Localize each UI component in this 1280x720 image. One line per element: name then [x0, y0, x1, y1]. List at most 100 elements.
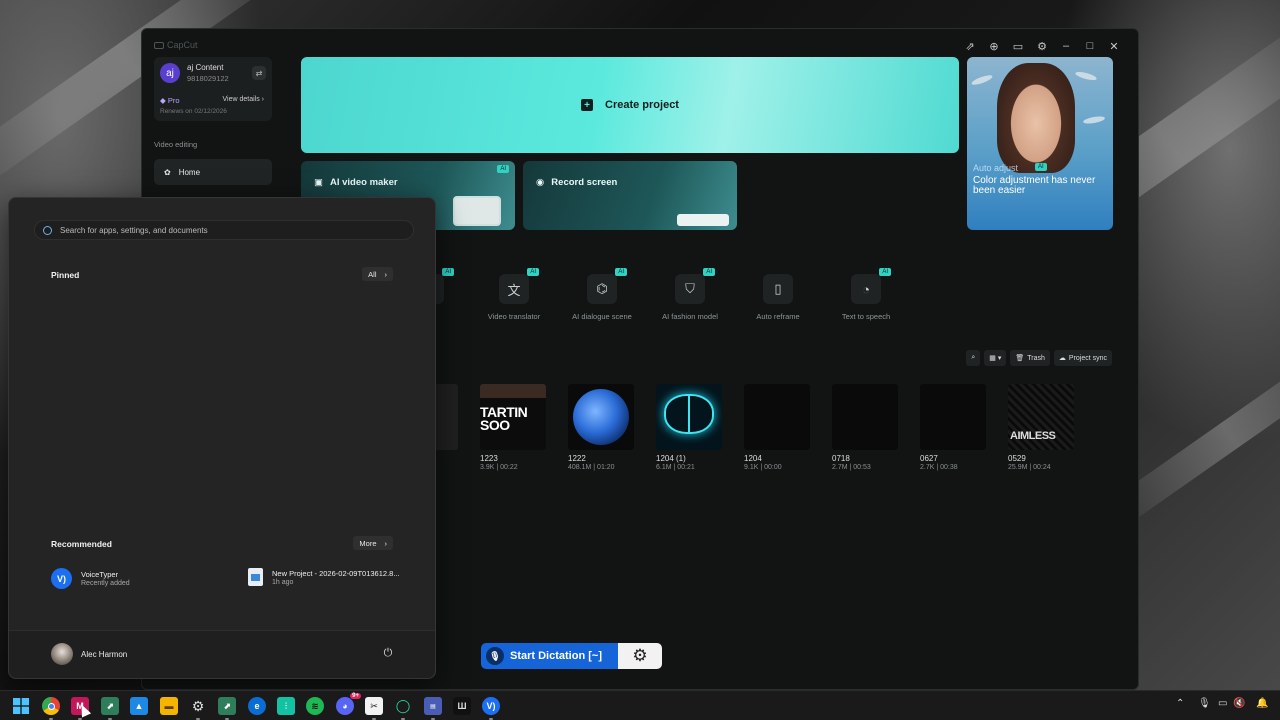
edge-icon[interactable]: e	[248, 697, 266, 715]
account-phone: 9818029122	[187, 74, 229, 83]
project-thumbnail	[832, 384, 898, 450]
project-card[interactable]: 0627 2.7K | 00:38	[920, 384, 986, 471]
project-card[interactable]: 1204 (1) 6.1M | 00:21	[656, 384, 722, 471]
home-icon: ✿	[164, 167, 171, 177]
discord-icon[interactable]: ◕ 9+	[336, 693, 361, 715]
app-icon[interactable]: ◯	[394, 697, 412, 715]
tool-auto-reframe[interactable]: ▯ Auto reframe	[733, 274, 823, 321]
project-card[interactable]: 1204 9.1K | 00:00	[744, 384, 810, 471]
tool-ai-dialogue-scene[interactable]: ⌬ AI AI dialogue scene	[557, 268, 647, 321]
sync-icon: ☁	[1058, 355, 1066, 362]
tile-preview	[453, 196, 501, 226]
app-icon[interactable]: ▤	[424, 697, 442, 715]
project-name: 0529	[1008, 454, 1026, 463]
trash-button[interactable]: 🗑 Trash	[1010, 350, 1050, 366]
start-menu: Search for apps, settings, and documents…	[8, 197, 436, 679]
settings-icon[interactable]: ⚙	[189, 697, 207, 715]
recommended-item-new-project[interactable]: New Project - 2026-02-09T013612.8... 1h …	[248, 568, 400, 586]
project-meta: 6.1M | 00:21	[656, 464, 695, 471]
projects-toolbar: ⌕ ▦ ▾ 🗑 Trash ☁ Project sync	[966, 350, 1112, 366]
windows-start-icon[interactable]	[12, 697, 30, 715]
project-meta: 2.7K | 00:38	[920, 464, 958, 471]
voicetyper-icon[interactable]: V)	[482, 697, 500, 715]
dictation-settings-icon[interactable]: ⚙	[617, 643, 662, 669]
promo-banner[interactable]: Auto adjust AI Color adjustment has neve…	[967, 57, 1113, 230]
capcut-icon[interactable]: ✂	[365, 697, 383, 715]
feedback-icon[interactable]: ▭	[1006, 37, 1030, 55]
settings-icon[interactable]: ⚙	[1030, 37, 1054, 55]
app-icon[interactable]: Ш	[453, 697, 471, 715]
capcut-logo: CapCut	[154, 40, 198, 50]
record-icon: ◉	[536, 177, 545, 188]
project-thumbnail: AIMLESS	[1008, 384, 1074, 450]
start-dictation-button[interactable]: 🎙 Start Dictation [~]	[481, 643, 618, 669]
project-meta: 9.1K | 00:00	[744, 464, 782, 471]
tool-text-to-speech[interactable]: ◔ AI Text to speech	[821, 268, 911, 321]
photos-icon[interactable]: ▲	[130, 697, 148, 715]
sidebar-item-home[interactable]: ✿ Home	[154, 159, 272, 185]
view-toggle[interactable]: ▦ ▾	[984, 350, 1007, 366]
project-thumbnail	[744, 384, 810, 450]
avatar[interactable]: aj	[160, 63, 180, 83]
all-apps-button[interactable]: All ›	[362, 267, 393, 281]
notification-icon[interactable]: 🔔	[1256, 698, 1268, 709]
taskbar: M ⬈ ▲ ▬ ⚙ ⬈ e ⫶ ≋ ◕ 9+ ✂ ◯ ▤ Ш V) ⌃ 🎙 ▭ 🔇…	[0, 690, 1280, 720]
display-icon[interactable]: ▭	[1218, 698, 1227, 709]
renew-date: Renews on 02/12/2026	[160, 108, 227, 115]
close-button[interactable]: ✕	[1102, 37, 1126, 55]
volume-muted-icon[interactable]: 🔇	[1233, 698, 1245, 709]
project-name: 1223	[480, 454, 498, 463]
user-avatar[interactable]	[51, 643, 73, 665]
project-thumbnail	[920, 384, 986, 450]
create-project-button[interactable]: + Create project	[301, 57, 959, 153]
project-card[interactable]: AIMLESS 0529 25.9M | 00:24	[1008, 384, 1074, 471]
sidebar-item-label: Home	[178, 167, 201, 177]
project-thumbnail	[568, 384, 634, 450]
user-name[interactable]: Alec Harmon	[81, 650, 127, 659]
maximize-button[interactable]: □	[1078, 37, 1102, 55]
chevron-right-icon: ›	[384, 538, 388, 548]
project-card[interactable]: 1222 408.1M | 01:20	[568, 384, 634, 471]
project-thumbnail	[656, 384, 722, 450]
more-button[interactable]: More ›	[353, 536, 393, 550]
trash-icon: 🗑	[1015, 355, 1025, 362]
tile-preview	[677, 214, 729, 226]
microphone-icon: 🎙	[486, 647, 504, 665]
tool-video-translator[interactable]: 文 AI Video translator	[469, 268, 559, 321]
minimize-button[interactable]: –	[1054, 37, 1078, 55]
switch-account-icon[interactable]: ⇄	[252, 66, 266, 80]
project-name: 0627	[920, 454, 938, 463]
project-card[interactable]: 0718 2.7M | 00:53	[832, 384, 898, 471]
spotify-icon[interactable]: ≋	[306, 697, 324, 715]
share-icon[interactable]: ⇗	[958, 37, 982, 55]
account-card: aj aj Content 9818029122 ⇄ ◆ Pro View de…	[154, 57, 272, 121]
start-menu-footer: Alec Harmon ⏻	[9, 630, 435, 678]
search-input[interactable]: Search for apps, settings, and documents	[34, 220, 414, 240]
chevron-up-icon[interactable]: ⌃	[1176, 698, 1184, 709]
project-meta: 25.9M | 00:24	[1008, 464, 1051, 471]
app-icon[interactable]: ⬈	[101, 697, 119, 715]
banner-tag: Auto adjust	[973, 163, 1019, 173]
project-sync-button[interactable]: ☁ Project sync	[1053, 350, 1112, 366]
tool-ai-fashion-model[interactable]: ⛉ AI AI fashion model	[645, 268, 735, 321]
project-card[interactable]: TARTIN SOO 1223 3.9K | 00:22	[480, 384, 546, 471]
project-meta: 2.7M | 00:53	[832, 464, 871, 471]
view-details-link[interactable]: View details ›	[222, 96, 264, 103]
shirt-icon: ⛉ AI	[675, 268, 715, 304]
video-icon: ▣	[314, 177, 323, 188]
chrome-icon[interactable]	[42, 697, 60, 715]
upload-icon[interactable]: ⊕	[982, 37, 1006, 55]
recommended-item-voicetyper[interactable]: V) VoiceTyper Recently added	[51, 568, 130, 589]
power-icon[interactable]: ⏻	[381, 646, 395, 660]
nav-section-label: Video editing	[154, 140, 198, 149]
record-screen-tile[interactable]: ◉ Record screen	[523, 161, 737, 230]
app-icon[interactable]: ⫶	[277, 697, 295, 715]
project-name: 0718	[832, 454, 850, 463]
search-icon[interactable]: ⌕	[966, 350, 981, 366]
project-name: 1204 (1)	[656, 454, 686, 463]
file-explorer-icon[interactable]: ▬	[160, 697, 178, 715]
pro-badge: ◆ Pro	[160, 96, 180, 105]
app-icon[interactable]: ⬈	[218, 697, 236, 715]
chevron-right-icon: ›	[384, 269, 388, 279]
microphone-icon[interactable]: 🎙	[1198, 698, 1211, 709]
